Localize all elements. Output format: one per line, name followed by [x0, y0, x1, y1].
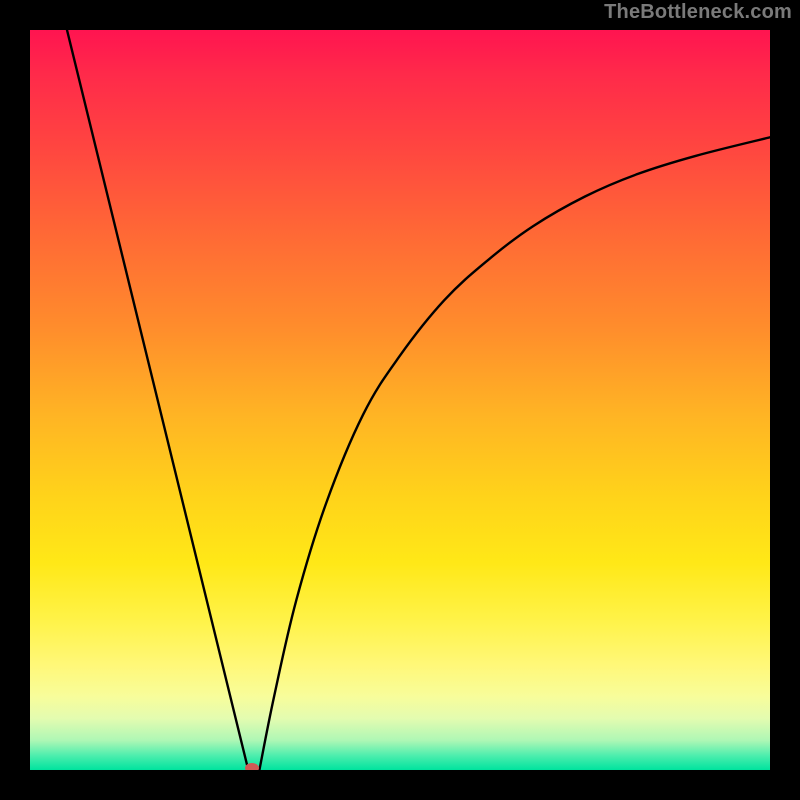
plot-svg — [30, 30, 770, 770]
curve-left-segment — [67, 30, 248, 770]
chart-container: TheBottleneck.com — [0, 0, 800, 800]
watermark-text: TheBottleneck.com — [604, 1, 792, 24]
curve-right — [259, 137, 770, 770]
plot-frame — [30, 30, 770, 770]
